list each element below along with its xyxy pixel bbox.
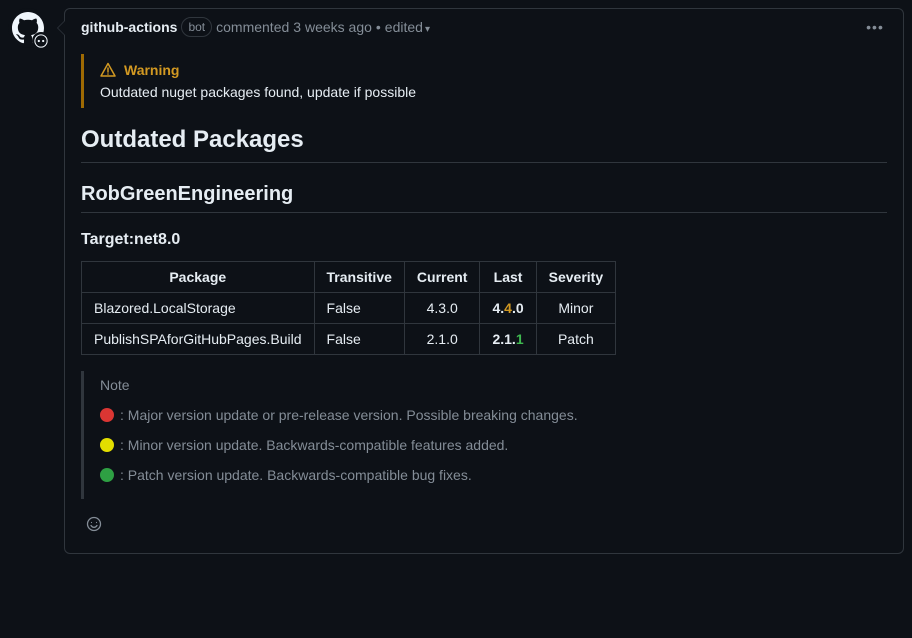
bot-label: bot (181, 17, 212, 37)
heading-project: RobGreenEngineering (81, 183, 887, 213)
severity-dot-green (100, 468, 114, 482)
cell-last: 2.1.1 (480, 324, 536, 355)
separator-dot: • (376, 19, 381, 35)
cell-transitive: False (314, 293, 404, 324)
note-line: : Major version update or pre-release ve… (100, 407, 871, 423)
reactions-bar (81, 511, 887, 537)
comment-body: Warning Outdated nuget packages found, u… (65, 46, 903, 553)
warning-icon (100, 62, 116, 78)
table-row: PublishSPAforGitHubPages.BuildFalse2.1.0… (82, 324, 616, 355)
comment-box: github-actions bot commented 3 weeks ago… (64, 8, 904, 554)
cell-last: 4.4.0 (480, 293, 536, 324)
note-text: : Major version update or pre-release ve… (120, 407, 578, 423)
cell-package: PublishSPAforGitHubPages.Build (82, 324, 315, 355)
timestamp-link[interactable]: 3 weeks ago (293, 19, 372, 35)
comment-header: github-actions bot commented 3 weeks ago… (65, 9, 903, 46)
cell-severity: Minor (536, 293, 615, 324)
warning-alert: Warning Outdated nuget packages found, u… (81, 54, 887, 108)
heading-outdated-packages: Outdated Packages (81, 126, 887, 163)
table-header-cell: Last (480, 262, 536, 293)
table-header-cell: Current (404, 262, 480, 293)
note-text: : Patch version update. Backwards-compat… (120, 467, 472, 483)
severity-dot-red (100, 408, 114, 422)
cell-current: 4.3.0 (404, 293, 480, 324)
heading-target: Target:net8.0 (81, 231, 887, 249)
commented-text: commented (216, 19, 289, 35)
smiley-icon (86, 516, 102, 532)
note-line: : Minor version update. Backwards-compat… (100, 437, 871, 453)
cell-current: 2.1.0 (404, 324, 480, 355)
note-line: : Patch version update. Backwards-compat… (100, 467, 871, 483)
timeline-comment: github-actions bot commented 3 weeks ago… (8, 8, 904, 554)
kebab-menu-button[interactable]: ••• (863, 19, 887, 35)
warning-title: Warning (124, 62, 179, 78)
table-header-cell: Severity (536, 262, 615, 293)
severity-dot-yellow (100, 438, 114, 452)
note-title: Note (100, 377, 871, 393)
table-row: Blazored.LocalStorageFalse4.3.04.4.0Mino… (82, 293, 616, 324)
note-block: Note : Major version update or pre-relea… (81, 371, 887, 499)
bot-badge-icon (32, 32, 50, 50)
cell-transitive: False (314, 324, 404, 355)
add-reaction-button[interactable] (81, 511, 107, 537)
avatar[interactable] (8, 8, 48, 48)
table-header-cell: Package (82, 262, 315, 293)
cell-package: Blazored.LocalStorage (82, 293, 315, 324)
edited-indicator[interactable]: edited▾ (385, 19, 430, 35)
packages-table: PackageTransitiveCurrentLastSeverity Bla… (81, 261, 616, 355)
warning-body: Outdated nuget packages found, update if… (100, 84, 871, 100)
cell-severity: Patch (536, 324, 615, 355)
author-link[interactable]: github-actions (81, 19, 177, 35)
note-text: : Minor version update. Backwards-compat… (120, 437, 508, 453)
table-header-cell: Transitive (314, 262, 404, 293)
chevron-down-icon: ▾ (425, 24, 430, 35)
